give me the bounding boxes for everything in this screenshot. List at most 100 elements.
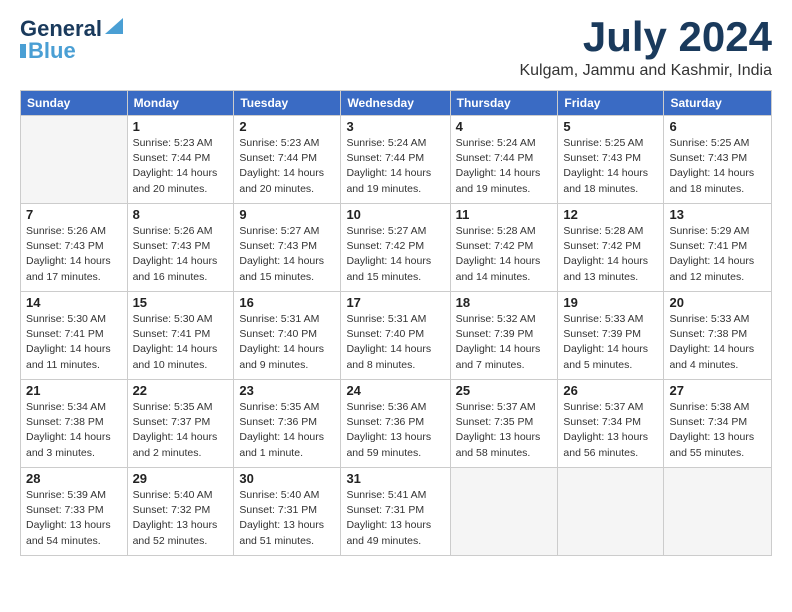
logo-blue: Blue (28, 38, 76, 64)
day-number: 30 (239, 471, 335, 486)
day-number: 27 (669, 383, 766, 398)
day-number: 31 (346, 471, 444, 486)
calendar-cell (664, 468, 772, 556)
calendar-cell: 14 Sunrise: 5:30 AM Sunset: 7:41 PM Dayli… (21, 292, 128, 380)
day-detail: Sunrise: 5:31 AM Sunset: 7:40 PM Dayligh… (346, 312, 444, 373)
day-detail: Sunrise: 5:40 AM Sunset: 7:31 PM Dayligh… (239, 488, 335, 549)
page: General Blue July 2024 Kulgam, Jammu and… (0, 0, 792, 566)
calendar-cell: 1 Sunrise: 5:23 AM Sunset: 7:44 PM Daylig… (127, 116, 234, 204)
day-detail: Sunrise: 5:36 AM Sunset: 7:36 PM Dayligh… (346, 400, 444, 461)
calendar-cell: 22 Sunrise: 5:35 AM Sunset: 7:37 PM Dayli… (127, 380, 234, 468)
day-number: 12 (563, 207, 658, 222)
day-number: 15 (133, 295, 229, 310)
day-detail: Sunrise: 5:39 AM Sunset: 7:33 PM Dayligh… (26, 488, 122, 549)
calendar-cell: 5Sunrise: 5:25 AM Sunset: 7:43 PM Daylig… (558, 116, 664, 204)
day-number: 6 (669, 119, 766, 134)
col-monday: Monday (127, 91, 234, 116)
day-detail: Sunrise: 5:26 AM Sunset: 7:43 PM Dayligh… (26, 224, 122, 285)
calendar-cell: 20 Sunrise: 5:33 AM Sunset: 7:38 PM Dayli… (664, 292, 772, 380)
calendar: Sunday Monday Tuesday Wednesday Thursday… (20, 90, 772, 556)
subtitle: Kulgam, Jammu and Kashmir, India (519, 62, 772, 80)
day-detail: Sunrise: 5:25 AM Sunset: 7:43 PM Dayligh… (669, 136, 766, 197)
day-detail: Sunrise: 5:40 AM Sunset: 7:32 PM Dayligh… (133, 488, 229, 549)
col-friday: Friday (558, 91, 664, 116)
calendar-cell: 7 Sunrise: 5:26 AM Sunset: 7:43 PM Daylig… (21, 204, 128, 292)
day-number: 29 (133, 471, 229, 486)
day-number: 7 (26, 207, 122, 222)
day-detail: Sunrise: 5:30 AM Sunset: 7:41 PM Dayligh… (26, 312, 122, 373)
calendar-cell (21, 116, 128, 204)
calendar-cell: 15 Sunrise: 5:30 AM Sunset: 7:41 PM Dayli… (127, 292, 234, 380)
calendar-cell: 12Sunrise: 5:28 AM Sunset: 7:42 PM Dayli… (558, 204, 664, 292)
day-number: 21 (26, 383, 122, 398)
main-title: July 2024 (519, 16, 772, 58)
header: General Blue July 2024 Kulgam, Jammu and… (20, 16, 772, 80)
calendar-cell (450, 468, 558, 556)
day-number: 24 (346, 383, 444, 398)
calendar-cell: 29 Sunrise: 5:40 AM Sunset: 7:32 PM Dayli… (127, 468, 234, 556)
logo-triangle-icon (103, 16, 125, 38)
day-detail: Sunrise: 5:31 AM Sunset: 7:40 PM Dayligh… (239, 312, 335, 373)
day-number: 8 (133, 207, 229, 222)
day-number: 22 (133, 383, 229, 398)
calendar-cell: 17 Sunrise: 5:31 AM Sunset: 7:40 PM Dayli… (341, 292, 450, 380)
day-detail: Sunrise: 5:35 AM Sunset: 7:36 PM Dayligh… (239, 400, 335, 461)
day-number: 14 (26, 295, 122, 310)
calendar-cell: 6 Sunrise: 5:25 AM Sunset: 7:43 PM Daylig… (664, 116, 772, 204)
calendar-cell: 28 Sunrise: 5:39 AM Sunset: 7:33 PM Dayli… (21, 468, 128, 556)
day-number: 10 (346, 207, 444, 222)
day-detail: Sunrise: 5:23 AM Sunset: 7:44 PM Dayligh… (133, 136, 229, 197)
day-number: 18 (456, 295, 553, 310)
calendar-cell: 19 Sunrise: 5:33 AM Sunset: 7:39 PM Dayli… (558, 292, 664, 380)
title-section: July 2024 Kulgam, Jammu and Kashmir, Ind… (519, 16, 772, 80)
day-detail: Sunrise: 5:32 AM Sunset: 7:39 PM Dayligh… (456, 312, 553, 373)
calendar-cell: 2Sunrise: 5:23 AM Sunset: 7:44 PM Daylig… (234, 116, 341, 204)
calendar-cell: 9Sunrise: 5:27 AM Sunset: 7:43 PM Daylig… (234, 204, 341, 292)
calendar-cell: 11 Sunrise: 5:28 AM Sunset: 7:42 PM Dayli… (450, 204, 558, 292)
day-number: 11 (456, 207, 553, 222)
day-detail: Sunrise: 5:33 AM Sunset: 7:39 PM Dayligh… (563, 312, 658, 373)
calendar-cell: 3Sunrise: 5:24 AM Sunset: 7:44 PM Daylig… (341, 116, 450, 204)
day-number: 4 (456, 119, 553, 134)
day-number: 26 (563, 383, 658, 398)
day-number: 3 (346, 119, 444, 134)
calendar-cell: 18 Sunrise: 5:32 AM Sunset: 7:39 PM Dayli… (450, 292, 558, 380)
calendar-week-row: 1 Sunrise: 5:23 AM Sunset: 7:44 PM Daylig… (21, 116, 772, 204)
day-detail: Sunrise: 5:28 AM Sunset: 7:42 PM Dayligh… (456, 224, 553, 285)
day-number: 16 (239, 295, 335, 310)
col-sunday: Sunday (21, 91, 128, 116)
day-detail: Sunrise: 5:38 AM Sunset: 7:34 PM Dayligh… (669, 400, 766, 461)
calendar-cell: 10Sunrise: 5:27 AM Sunset: 7:42 PM Dayli… (341, 204, 450, 292)
day-number: 19 (563, 295, 658, 310)
day-number: 20 (669, 295, 766, 310)
day-detail: Sunrise: 5:34 AM Sunset: 7:38 PM Dayligh… (26, 400, 122, 461)
calendar-week-row: 14 Sunrise: 5:30 AM Sunset: 7:41 PM Dayli… (21, 292, 772, 380)
day-detail: Sunrise: 5:41 AM Sunset: 7:31 PM Dayligh… (346, 488, 444, 549)
calendar-cell: 23 Sunrise: 5:35 AM Sunset: 7:36 PM Dayli… (234, 380, 341, 468)
day-detail: Sunrise: 5:33 AM Sunset: 7:38 PM Dayligh… (669, 312, 766, 373)
calendar-week-row: 7 Sunrise: 5:26 AM Sunset: 7:43 PM Daylig… (21, 204, 772, 292)
day-number: 17 (346, 295, 444, 310)
day-detail: Sunrise: 5:37 AM Sunset: 7:34 PM Dayligh… (563, 400, 658, 461)
calendar-cell: 26 Sunrise: 5:37 AM Sunset: 7:34 PM Dayli… (558, 380, 664, 468)
calendar-cell: 27 Sunrise: 5:38 AM Sunset: 7:34 PM Dayli… (664, 380, 772, 468)
calendar-cell: 24 Sunrise: 5:36 AM Sunset: 7:36 PM Dayli… (341, 380, 450, 468)
col-tuesday: Tuesday (234, 91, 341, 116)
calendar-week-row: 21 Sunrise: 5:34 AM Sunset: 7:38 PM Dayli… (21, 380, 772, 468)
calendar-header-row: Sunday Monday Tuesday Wednesday Thursday… (21, 91, 772, 116)
day-number: 1 (133, 119, 229, 134)
day-detail: Sunrise: 5:30 AM Sunset: 7:41 PM Dayligh… (133, 312, 229, 373)
day-number: 23 (239, 383, 335, 398)
calendar-cell (558, 468, 664, 556)
calendar-cell: 30 Sunrise: 5:40 AM Sunset: 7:31 PM Dayli… (234, 468, 341, 556)
day-detail: Sunrise: 5:23 AM Sunset: 7:44 PM Dayligh… (239, 136, 335, 197)
day-detail: Sunrise: 5:25 AM Sunset: 7:43 PM Dayligh… (563, 136, 658, 197)
calendar-cell: 4 Sunrise: 5:24 AM Sunset: 7:44 PM Daylig… (450, 116, 558, 204)
day-detail: Sunrise: 5:35 AM Sunset: 7:37 PM Dayligh… (133, 400, 229, 461)
calendar-cell: 25Sunrise: 5:37 AM Sunset: 7:35 PM Dayli… (450, 380, 558, 468)
day-detail: Sunrise: 5:27 AM Sunset: 7:43 PM Dayligh… (239, 224, 335, 285)
logo: General Blue (20, 16, 125, 64)
day-detail: Sunrise: 5:24 AM Sunset: 7:44 PM Dayligh… (456, 136, 553, 197)
day-number: 28 (26, 471, 122, 486)
day-number: 25 (456, 383, 553, 398)
